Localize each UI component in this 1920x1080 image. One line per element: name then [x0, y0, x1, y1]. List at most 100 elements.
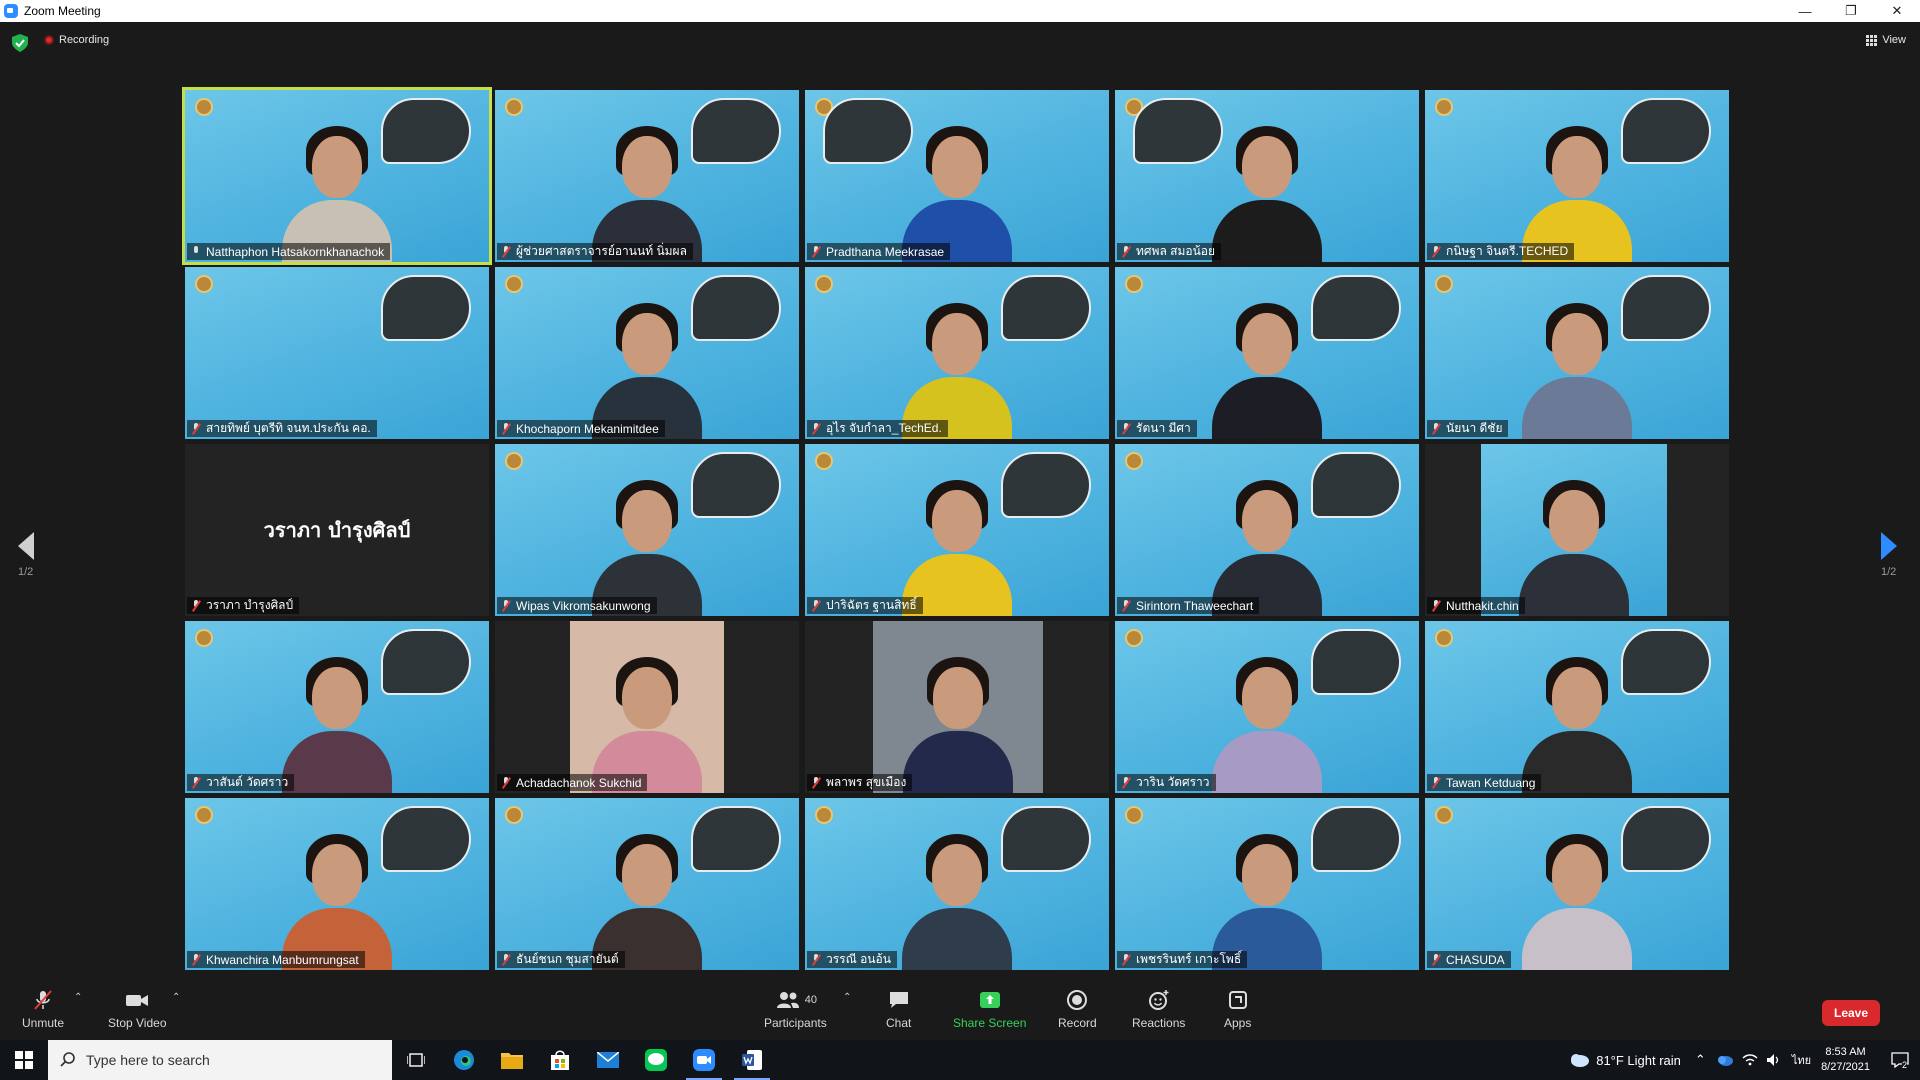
taskbar-word[interactable] [728, 1040, 776, 1080]
taskbar-store[interactable] [536, 1040, 584, 1080]
participant-video [592, 830, 702, 970]
participant-name: ธันย์ชนก ชุมสายันต์ [516, 952, 619, 966]
participant-tile[interactable]: ทศพล สมอน้อย [1115, 90, 1419, 262]
virtual-background-banner [1621, 629, 1711, 695]
unmute-button[interactable]: Unmute [22, 988, 64, 1030]
audio-options-caret-icon[interactable]: ⌃ [74, 992, 82, 1003]
notifications-button[interactable]: 2 [1880, 1040, 1920, 1080]
mic-muted-icon [1121, 953, 1131, 966]
mic-muted-icon [1121, 776, 1131, 789]
chat-button[interactable]: Chat [886, 988, 911, 1030]
virtual-background-banner [1311, 629, 1401, 695]
participant-tile[interactable]: วาสันต์ วัดศราว [185, 621, 489, 793]
org-logo-icon [1125, 452, 1143, 470]
clock[interactable]: 8:53 AM 8/27/2021 [1821, 1045, 1870, 1075]
participant-tile[interactable]: Tawan Ketduang [1425, 621, 1729, 793]
apps-button[interactable]: Apps [1224, 988, 1251, 1030]
mic-muted-icon [1121, 245, 1131, 258]
participant-video [592, 299, 702, 439]
participant-tile[interactable]: พลาพร สุขเมือง [805, 621, 1109, 793]
virtual-background-banner [691, 806, 781, 872]
restore-button[interactable]: ❐ [1828, 0, 1874, 22]
virtual-background-banner [1311, 806, 1401, 872]
participant-tile[interactable]: วาริน วัดศราว [1115, 621, 1419, 793]
participant-video [902, 299, 1012, 439]
virtual-background-banner [1311, 275, 1401, 341]
start-button[interactable] [0, 1040, 48, 1080]
participant-tile[interactable]: ธันย์ชนก ชุมสายันต์ [495, 798, 799, 970]
weather-text[interactable]: 81°F Light rain [1596, 1053, 1681, 1068]
participant-tile[interactable]: อุไร จับกำลา_TechEd. [805, 267, 1109, 439]
participant-tile[interactable]: วรรณี อนอ้น [805, 798, 1109, 970]
participant-tile[interactable]: รัตนา มีศา [1115, 267, 1419, 439]
input-language[interactable]: ไทย [1792, 1051, 1811, 1069]
participant-name-tag: กนิษฐา จินตรี.TECHED [1427, 243, 1575, 260]
participant-tile[interactable]: ปาริฉัตร ฐานสิทธิ์ [805, 444, 1109, 616]
participant-name-tag: Wipas Vikromsakunwong [497, 597, 657, 614]
zoom-app-icon [693, 1049, 715, 1071]
participant-tile[interactable]: Wipas Vikromsakunwong [495, 444, 799, 616]
mic-muted-icon [191, 599, 201, 612]
share-screen-button[interactable]: Share Screen [953, 988, 1026, 1030]
participant-tile[interactable]: นัยนา ดีชัย [1425, 267, 1729, 439]
participant-tile[interactable]: ผู้ช่วยศาสตราจารย์อานนท์ นิ่มผล [495, 90, 799, 262]
taskbar-edge[interactable] [440, 1040, 488, 1080]
onedrive-icon[interactable] [1716, 1054, 1734, 1066]
video-options-caret-icon[interactable]: ⌃ [172, 992, 180, 1003]
participant-tile[interactable]: เพชรรินทร์ เกาะโพธิ์ [1115, 798, 1419, 970]
reactions-button[interactable]: Reactions [1132, 988, 1185, 1030]
mail-icon [597, 1052, 619, 1068]
leave-button[interactable]: Leave [1822, 1000, 1880, 1026]
participant-tile[interactable]: Sirintorn Thaweechart [1115, 444, 1419, 616]
participant-name: วราภา บำรุงศิลป์ [206, 598, 294, 612]
taskbar-search-input[interactable]: Type here to search [48, 1040, 392, 1080]
participant-tile[interactable]: วราภา บำรุงศิลป์ วราภา บำรุงศิลป์ [185, 444, 489, 616]
recording-dot-icon [44, 35, 54, 45]
task-view-button[interactable] [392, 1040, 440, 1080]
participants-button[interactable]: 40 Participants [764, 988, 827, 1030]
window-titlebar: Zoom Meeting — ❐ ✕ [0, 0, 1920, 22]
participant-tile[interactable]: Natthaphon Hatsakornkhanachok [182, 87, 492, 265]
participant-tile[interactable]: Khwanchira Manbumrungsat [185, 798, 489, 970]
volume-icon[interactable] [1766, 1053, 1782, 1067]
prev-page-button[interactable]: 1/2 [18, 532, 58, 592]
mic-icon [191, 245, 201, 258]
taskbar-explorer[interactable] [488, 1040, 536, 1080]
participant-tile[interactable]: CHASUDA [1425, 798, 1729, 970]
tray-overflow-chevron-icon[interactable]: ⌃ [1695, 1052, 1706, 1068]
stop-video-button[interactable]: Stop Video [108, 988, 167, 1030]
participant-name-tag: Nutthakit.chin [1427, 597, 1525, 614]
participant-name: ปาริฉัตร ฐานสิทธิ์ [826, 598, 917, 612]
share-screen-label: Share Screen [953, 1016, 1027, 1030]
participant-name-tag: วาสันต์ วัดศราว [187, 774, 295, 791]
next-page-button[interactable]: 1/2 [1881, 532, 1920, 592]
record-button[interactable]: Record [1058, 988, 1097, 1030]
org-logo-icon [815, 806, 833, 824]
taskbar-zoom[interactable] [680, 1040, 728, 1080]
mic-muted-icon [1431, 422, 1441, 435]
taskbar-mail[interactable] [584, 1040, 632, 1080]
org-logo-icon [195, 275, 213, 293]
participant-tile[interactable]: กนิษฐา จินตรี.TECHED [1425, 90, 1729, 262]
org-logo-icon [1435, 806, 1453, 824]
meeting-topbar: Recording View [0, 22, 1920, 62]
participant-tile[interactable]: สายทิพย์ บุตรีทิ จนท.ประกัน คอ. [185, 267, 489, 439]
taskbar-line[interactable] [632, 1040, 680, 1080]
participant-tile[interactable]: Khochaporn Mekanimitdee [495, 267, 799, 439]
view-button[interactable]: View [1866, 34, 1906, 46]
participants-count: 40 [804, 994, 817, 1006]
participant-name-tag: Khochaporn Mekanimitdee [497, 420, 665, 437]
participant-tile[interactable]: Nutthakit.chin [1425, 444, 1729, 616]
participants-caret-icon[interactable]: ⌃ [843, 992, 851, 1003]
recording-indicator[interactable]: Recording [44, 34, 109, 46]
participant-tile[interactable]: Achadachanok Sukchid [495, 621, 799, 793]
chat-label: Chat [886, 1016, 912, 1030]
task-view-icon [407, 1053, 425, 1067]
minimize-button[interactable]: — [1782, 0, 1828, 22]
participant-video [282, 122, 392, 262]
network-wifi-icon[interactable] [1742, 1053, 1758, 1067]
virtual-background-banner [1311, 452, 1401, 518]
participant-tile[interactable]: Pradthana Meekrasae [805, 90, 1109, 262]
close-button[interactable]: ✕ [1874, 0, 1920, 22]
shield-icon[interactable] [12, 34, 28, 52]
